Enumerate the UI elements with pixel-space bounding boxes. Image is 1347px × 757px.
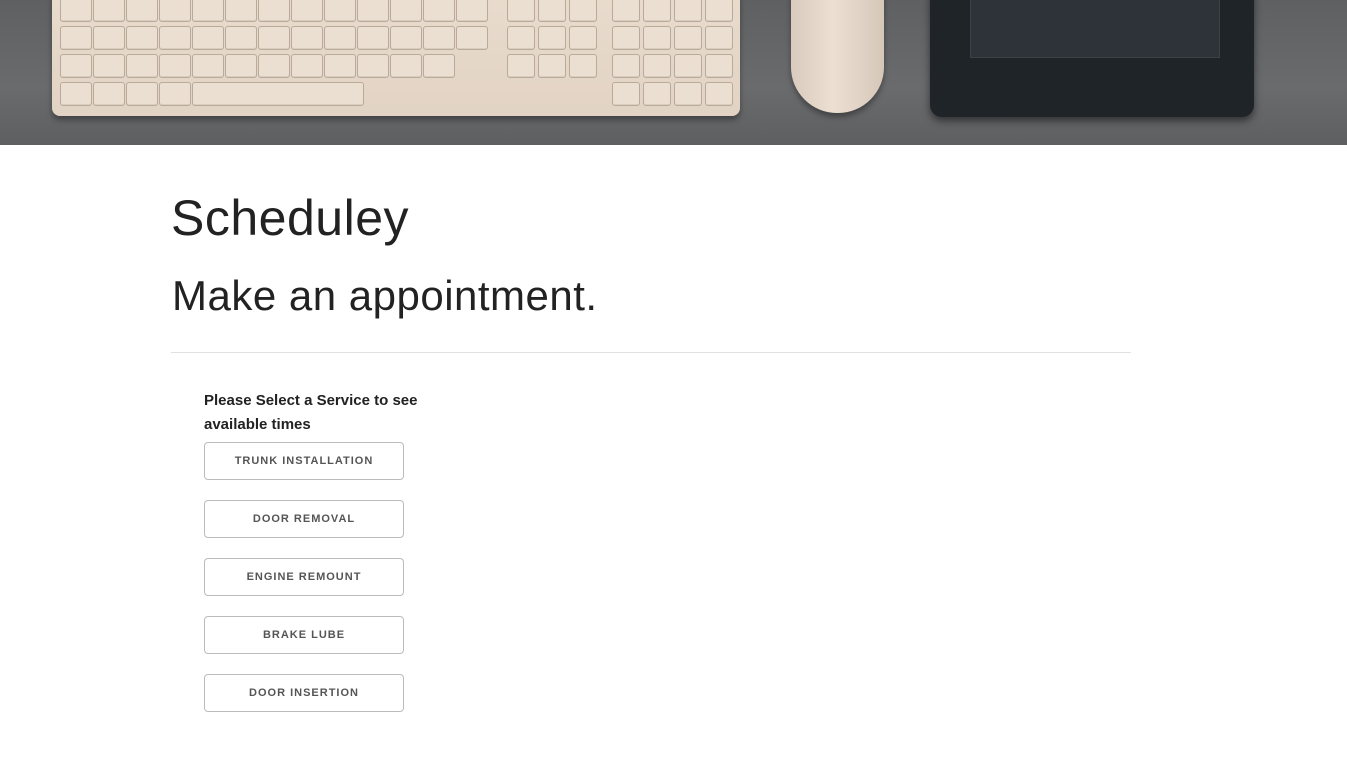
- keyboard-key: [507, 26, 535, 50]
- service-list: TRUNK INSTALLATION DOOR REMOVAL ENGINE R…: [204, 442, 444, 712]
- page-heading: Make an appointment.: [172, 272, 598, 319]
- keyboard-key: [456, 26, 488, 50]
- keyboard-key: [705, 0, 733, 22]
- keyboard-key: [538, 0, 566, 22]
- section-divider: [171, 352, 1131, 353]
- keyboard-key: [159, 82, 191, 106]
- keyboard-key: [93, 26, 125, 50]
- keyboard-key: [291, 26, 323, 50]
- keyboard-key: [674, 0, 702, 22]
- app-title: Scheduley: [171, 190, 409, 246]
- service-button-door-insertion[interactable]: DOOR INSERTION: [204, 674, 404, 712]
- keyboard-key: [126, 54, 158, 78]
- keyboard-key: [538, 26, 566, 50]
- keyboard-key: [674, 54, 702, 78]
- keyboard-key: [258, 54, 290, 78]
- keyboard-key: [643, 0, 671, 22]
- list-item: ENGINE REMOUNT: [204, 558, 444, 596]
- mouse-illustration: [791, 0, 884, 113]
- keyboard-key: [456, 0, 488, 22]
- keyboard-key: [93, 0, 125, 22]
- keyboard-key: [192, 0, 224, 22]
- tablet-illustration: [930, 0, 1254, 117]
- keyboard-key: [93, 82, 125, 106]
- keyboard-key: [225, 0, 257, 22]
- hero-banner-image: [0, 0, 1347, 145]
- list-item: BRAKE LUBE: [204, 616, 444, 654]
- keyboard-key: [126, 26, 158, 50]
- keyboard-key: [225, 54, 257, 78]
- keyboard-key: [612, 54, 640, 78]
- keyboard-key: [192, 54, 224, 78]
- service-prompt: Please Select a Service to see available…: [204, 392, 418, 433]
- service-button-door-removal[interactable]: DOOR REMOVAL: [204, 500, 404, 538]
- keyboard-key: [612, 82, 640, 106]
- keyboard-key: [569, 26, 597, 50]
- keyboard-key: [126, 82, 158, 106]
- service-button-trunk-installation[interactable]: TRUNK INSTALLATION: [204, 442, 404, 480]
- keyboard-key: [705, 82, 733, 106]
- keyboard-key: [192, 82, 364, 106]
- keyboard-key: [705, 26, 733, 50]
- keyboard-key: [324, 0, 356, 22]
- tablet-screen: [970, 0, 1220, 58]
- keyboard-key: [60, 54, 92, 78]
- keyboard-key: [159, 26, 191, 50]
- keyboard-key: [569, 54, 597, 78]
- keyboard-key: [538, 54, 566, 78]
- keyboard-key: [225, 26, 257, 50]
- keyboard-key: [390, 26, 422, 50]
- keyboard-key: [643, 54, 671, 78]
- keyboard-key: [291, 54, 323, 78]
- keyboard-key: [507, 0, 535, 22]
- service-selection-panel: Please Select a Service to see available…: [204, 389, 444, 732]
- keyboard-key: [93, 54, 125, 78]
- keyboard-key: [390, 54, 422, 78]
- keyboard-key: [324, 54, 356, 78]
- list-item: DOOR INSERTION: [204, 674, 444, 712]
- keyboard-key: [60, 26, 92, 50]
- keyboard-key: [258, 26, 290, 50]
- keyboard-key: [674, 82, 702, 106]
- keyboard-key: [159, 0, 191, 22]
- keyboard-key: [159, 54, 191, 78]
- keyboard-key: [126, 0, 158, 22]
- service-button-engine-remount[interactable]: ENGINE REMOUNT: [204, 558, 404, 596]
- keyboard-key: [423, 54, 455, 78]
- keyboard-key: [258, 0, 290, 22]
- keyboard-key: [612, 26, 640, 50]
- keyboard-key: [423, 0, 455, 22]
- keyboard-illustration: [52, 0, 740, 116]
- keyboard-key: [357, 0, 389, 22]
- keyboard-key: [643, 82, 671, 106]
- list-item: TRUNK INSTALLATION: [204, 442, 444, 480]
- service-button-brake-lube[interactable]: BRAKE LUBE: [204, 616, 404, 654]
- list-item: DOOR REMOVAL: [204, 500, 444, 538]
- keyboard-key: [390, 0, 422, 22]
- keyboard-key: [612, 0, 640, 22]
- keyboard-key: [423, 26, 455, 50]
- keyboard-key: [192, 26, 224, 50]
- keyboard-key: [291, 0, 323, 22]
- keyboard-key: [569, 0, 597, 22]
- keyboard-key: [324, 26, 356, 50]
- keyboard-key: [357, 54, 389, 78]
- keyboard-key: [60, 82, 92, 106]
- keyboard-key: [674, 26, 702, 50]
- keyboard-key: [507, 54, 535, 78]
- keyboard-key: [705, 54, 733, 78]
- keyboard-key: [643, 26, 671, 50]
- keyboard-key: [357, 26, 389, 50]
- keyboard-key: [60, 0, 92, 22]
